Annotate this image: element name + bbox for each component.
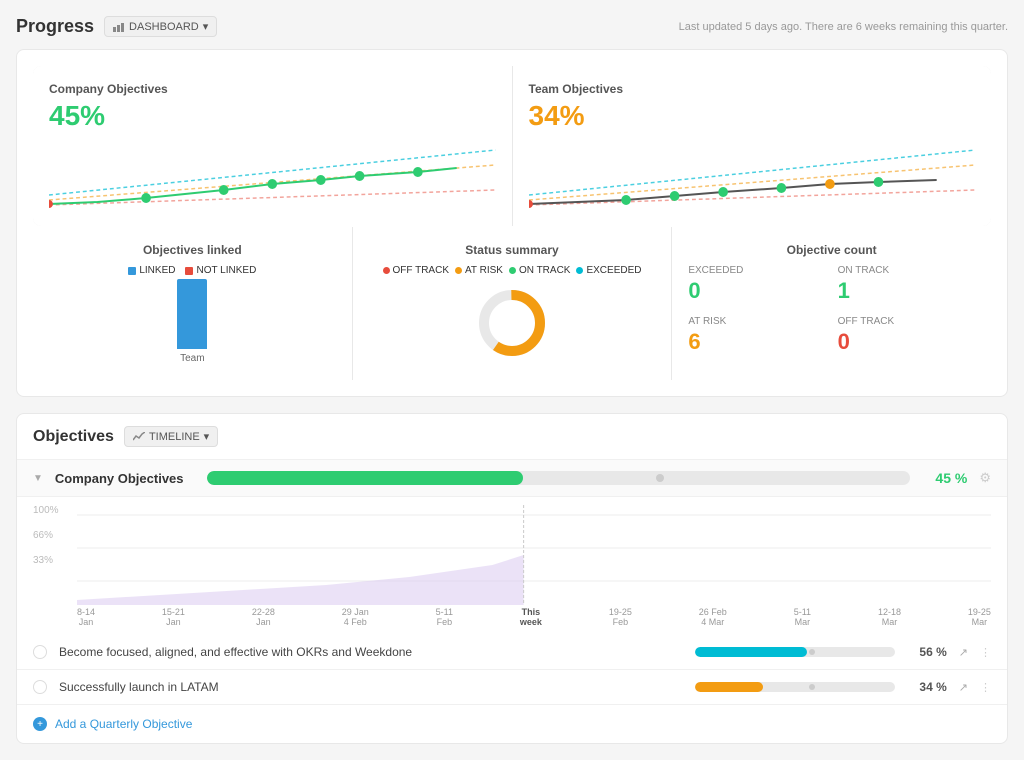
obj-bar-fill-1 — [695, 647, 807, 657]
timeline-btn[interactable]: TIMELINE ▾ — [124, 426, 218, 447]
team-objectives-panel: Team Objectives 34% — [513, 66, 992, 226]
linked-legend-linked: LINKED — [128, 265, 175, 276]
status-legend: OFF TRACK AT RISK ON TRACK EXCEEDED — [369, 265, 656, 276]
obj-bar-2 — [695, 682, 895, 692]
company-obj-actions: ⚙ — [979, 470, 991, 486]
timeline-svg — [77, 505, 991, 605]
dashboard-card: Company Objectives 45% — [16, 49, 1008, 397]
company-bar-fill — [207, 471, 524, 485]
obj-bar-fill-2 — [695, 682, 763, 692]
objectives-title: Objectives — [33, 428, 114, 446]
timeline-x-labels: 8-14Jan 15-21Jan 22-28Jan 29 Jan4 Feb 5-… — [77, 605, 991, 635]
add-objective-row[interactable]: + Add a Quarterly Objective — [17, 705, 1007, 743]
count-grid: EXCEEDED 0 ON TRACK 1 AT RISK 6 OFF TRAC… — [688, 265, 975, 355]
donut-chart — [477, 288, 547, 358]
at-risk-count: AT RISK 6 — [688, 316, 825, 355]
objective-item-2: Successfully launch in LATAM 34 % ↗ ⋮ — [17, 670, 1007, 705]
linked-title: Objectives linked — [49, 243, 336, 257]
objective-count-panel: Objective count EXCEEDED 0 ON TRACK 1 AT… — [672, 227, 991, 380]
team-label: Team Objectives — [529, 82, 976, 96]
timeline-icon — [133, 432, 145, 442]
company-obj-pct: 45 % — [922, 470, 967, 486]
add-objective-label: Add a Quarterly Objective — [55, 717, 192, 731]
progress-header: Progress DASHBOARD ▾ Last updated 5 days… — [16, 16, 1008, 37]
objective-item-1: Become focused, aligned, and effective w… — [17, 635, 1007, 670]
donut-wrapper — [369, 288, 656, 358]
company-obj-label: Company Objectives — [55, 471, 195, 486]
bar-chart: Team — [49, 284, 336, 364]
obj-pct-1: 56 % — [907, 645, 947, 659]
objectives-header: Objectives TIMELINE ▾ — [17, 414, 1007, 460]
status-summary-panel: Status summary OFF TRACK AT RISK ON TRAC… — [353, 227, 672, 380]
timeline-chart: 100% 66% 33% 8-14Jan 15-21Jan 22-28Jan 2… — [17, 497, 1007, 635]
company-label: Company Objectives — [49, 82, 496, 96]
on-track-dot — [509, 267, 516, 274]
objectives-linked-panel: Objectives linked LINKED NOT LINKED Team — [33, 227, 352, 380]
company-bar-dot — [656, 474, 664, 482]
objectives-section: Objectives TIMELINE ▾ ▼ Company Objectiv… — [16, 413, 1008, 744]
obj-checkbox-2[interactable] — [33, 680, 47, 694]
exceeded-count: EXCEEDED 0 — [688, 265, 825, 304]
obj-bar-1 — [695, 647, 895, 657]
more-icon-1[interactable]: ⋮ — [980, 646, 991, 659]
linked-bar — [177, 279, 207, 349]
more-icon-2[interactable]: ⋮ — [980, 681, 991, 694]
not-linked-color — [185, 267, 193, 275]
linked-color — [128, 267, 136, 275]
status-text: Last updated 5 days ago. There are 6 wee… — [679, 21, 1008, 33]
team-sparkline — [529, 140, 976, 210]
count-title: Objective count — [688, 243, 975, 257]
external-link-icon-1[interactable]: ↗ — [959, 646, 968, 659]
obj-name-2: Successfully launch in LATAM — [59, 680, 683, 694]
company-sparkline — [49, 140, 496, 210]
company-objectives-panel: Company Objectives 45% — [33, 66, 512, 226]
expand-icon[interactable]: ▼ — [33, 473, 43, 484]
on-track-count: ON TRACK 1 — [838, 265, 975, 304]
linked-legend-notlinked: NOT LINKED — [185, 265, 256, 276]
obj-dot-2 — [809, 684, 815, 690]
add-icon: + — [33, 717, 47, 731]
off-track-count: OFF TRACK 0 — [838, 316, 975, 355]
obj-pct-2: 34 % — [907, 680, 947, 694]
bar-label: Team — [177, 353, 207, 364]
off-track-dot — [383, 267, 390, 274]
company-pct: 45% — [49, 100, 496, 132]
exceeded-dot — [576, 267, 583, 274]
settings-icon[interactable]: ⚙ — [979, 470, 991, 486]
status-title: Status summary — [369, 243, 656, 257]
external-link-icon-2[interactable]: ↗ — [959, 681, 968, 694]
company-progress-bar — [207, 471, 910, 485]
obj-name-1: Become focused, aligned, and effective w… — [59, 645, 683, 659]
obj-dot-1 — [809, 649, 815, 655]
obj-checkbox-1[interactable] — [33, 645, 47, 659]
chart-icon — [113, 22, 125, 32]
linked-legend: LINKED NOT LINKED — [49, 265, 336, 276]
bar-column: Team — [177, 279, 207, 364]
team-pct: 34% — [529, 100, 976, 132]
page: Progress DASHBOARD ▾ Last updated 5 days… — [0, 0, 1024, 760]
company-obj-row: ▼ Company Objectives 45 % ⚙ — [17, 460, 1007, 497]
at-risk-dot — [455, 267, 462, 274]
bottom-panels: Objectives linked LINKED NOT LINKED Team — [33, 227, 991, 380]
dashboard-btn[interactable]: DASHBOARD ▾ — [104, 16, 217, 37]
progress-title: Progress — [16, 16, 94, 37]
top-charts: Company Objectives 45% — [33, 66, 991, 226]
